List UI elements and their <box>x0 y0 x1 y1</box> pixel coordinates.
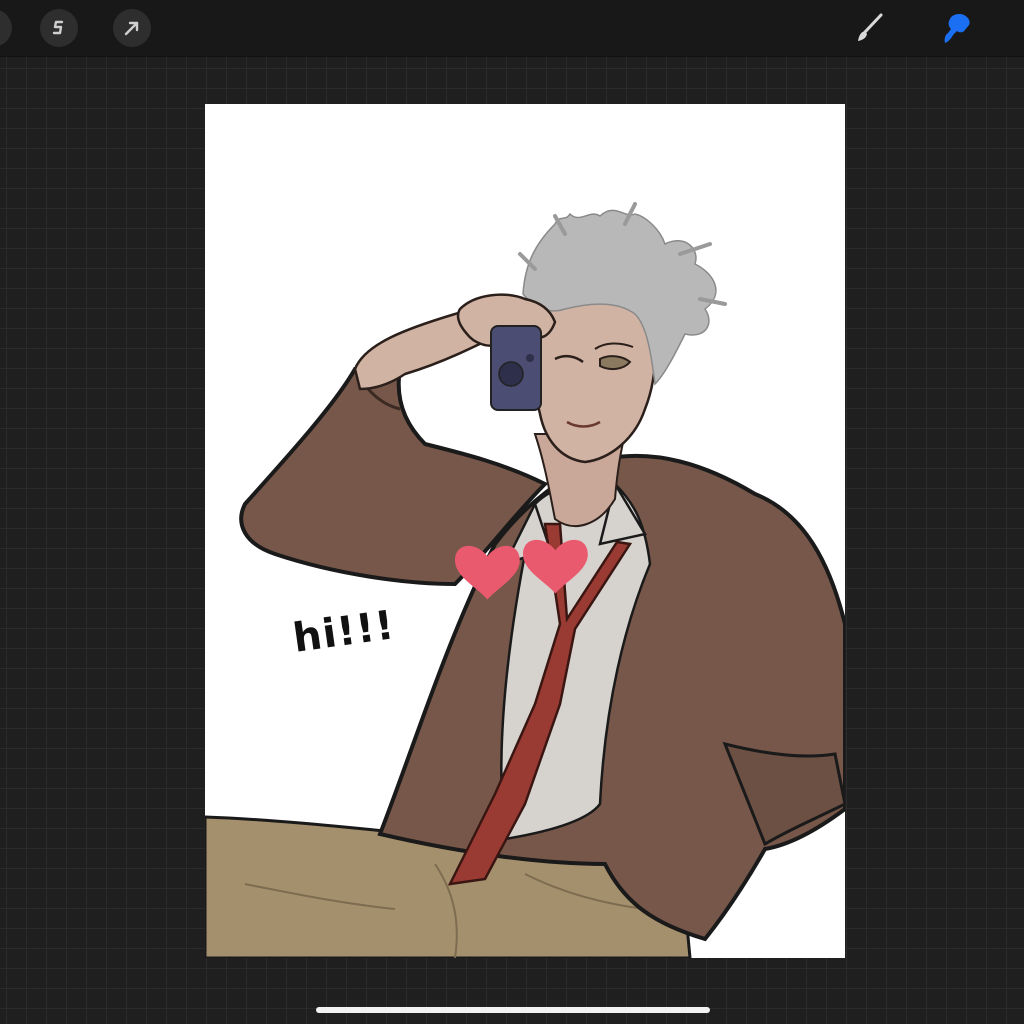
top-toolbar <box>0 0 1024 57</box>
transform-icon <box>124 21 139 36</box>
drawing-canvas[interactable]: hi!!! <box>205 104 845 958</box>
selection-button[interactable] <box>113 9 151 47</box>
procreate-workspace: hi!!! <box>0 0 1024 1024</box>
smudge-button[interactable] <box>937 8 977 48</box>
home-indicator[interactable] <box>316 1007 710 1013</box>
brush-icon <box>858 13 883 41</box>
adjustments-button[interactable] <box>40 9 78 47</box>
brush-button[interactable] <box>849 8 889 48</box>
adjustments-icon <box>52 20 64 35</box>
illustration <box>205 202 845 958</box>
smudge-icon <box>944 14 970 43</box>
gallery-button[interactable] <box>0 9 12 47</box>
